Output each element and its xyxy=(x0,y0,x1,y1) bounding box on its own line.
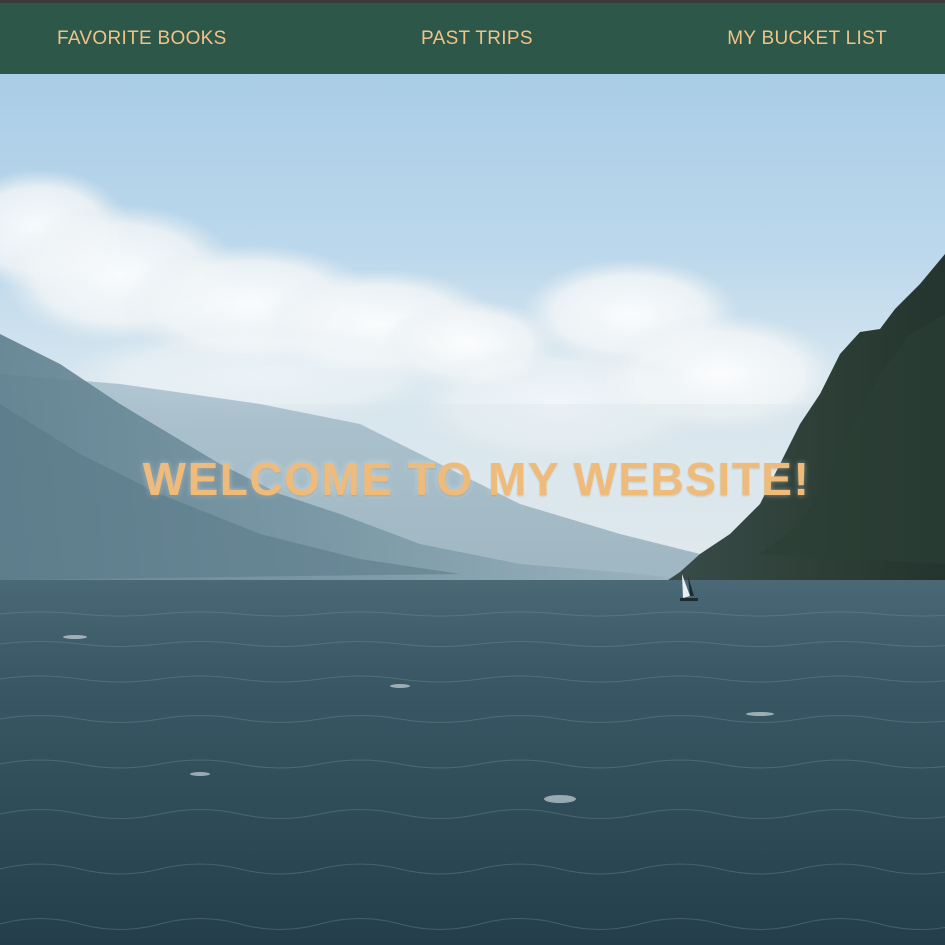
nav-link-past-trips[interactable]: PAST TRIPS xyxy=(421,28,533,50)
hero-title: WELCOME TO MY WEBSITE! xyxy=(142,453,811,505)
top-border xyxy=(0,0,945,3)
nav-link-favorite-books[interactable]: FAVORITE BOOKS xyxy=(57,28,227,50)
hero-section: WELCOME TO MY WEBSITE! xyxy=(0,74,945,945)
navbar: FAVORITE BOOKS PAST TRIPS MY BUCKET LIST xyxy=(0,3,945,74)
hero-background-image xyxy=(0,74,945,945)
page: FAVORITE BOOKS PAST TRIPS MY BUCKET LIST xyxy=(0,0,945,945)
nav-link-my-bucket-list[interactable]: MY BUCKET LIST xyxy=(727,28,887,50)
